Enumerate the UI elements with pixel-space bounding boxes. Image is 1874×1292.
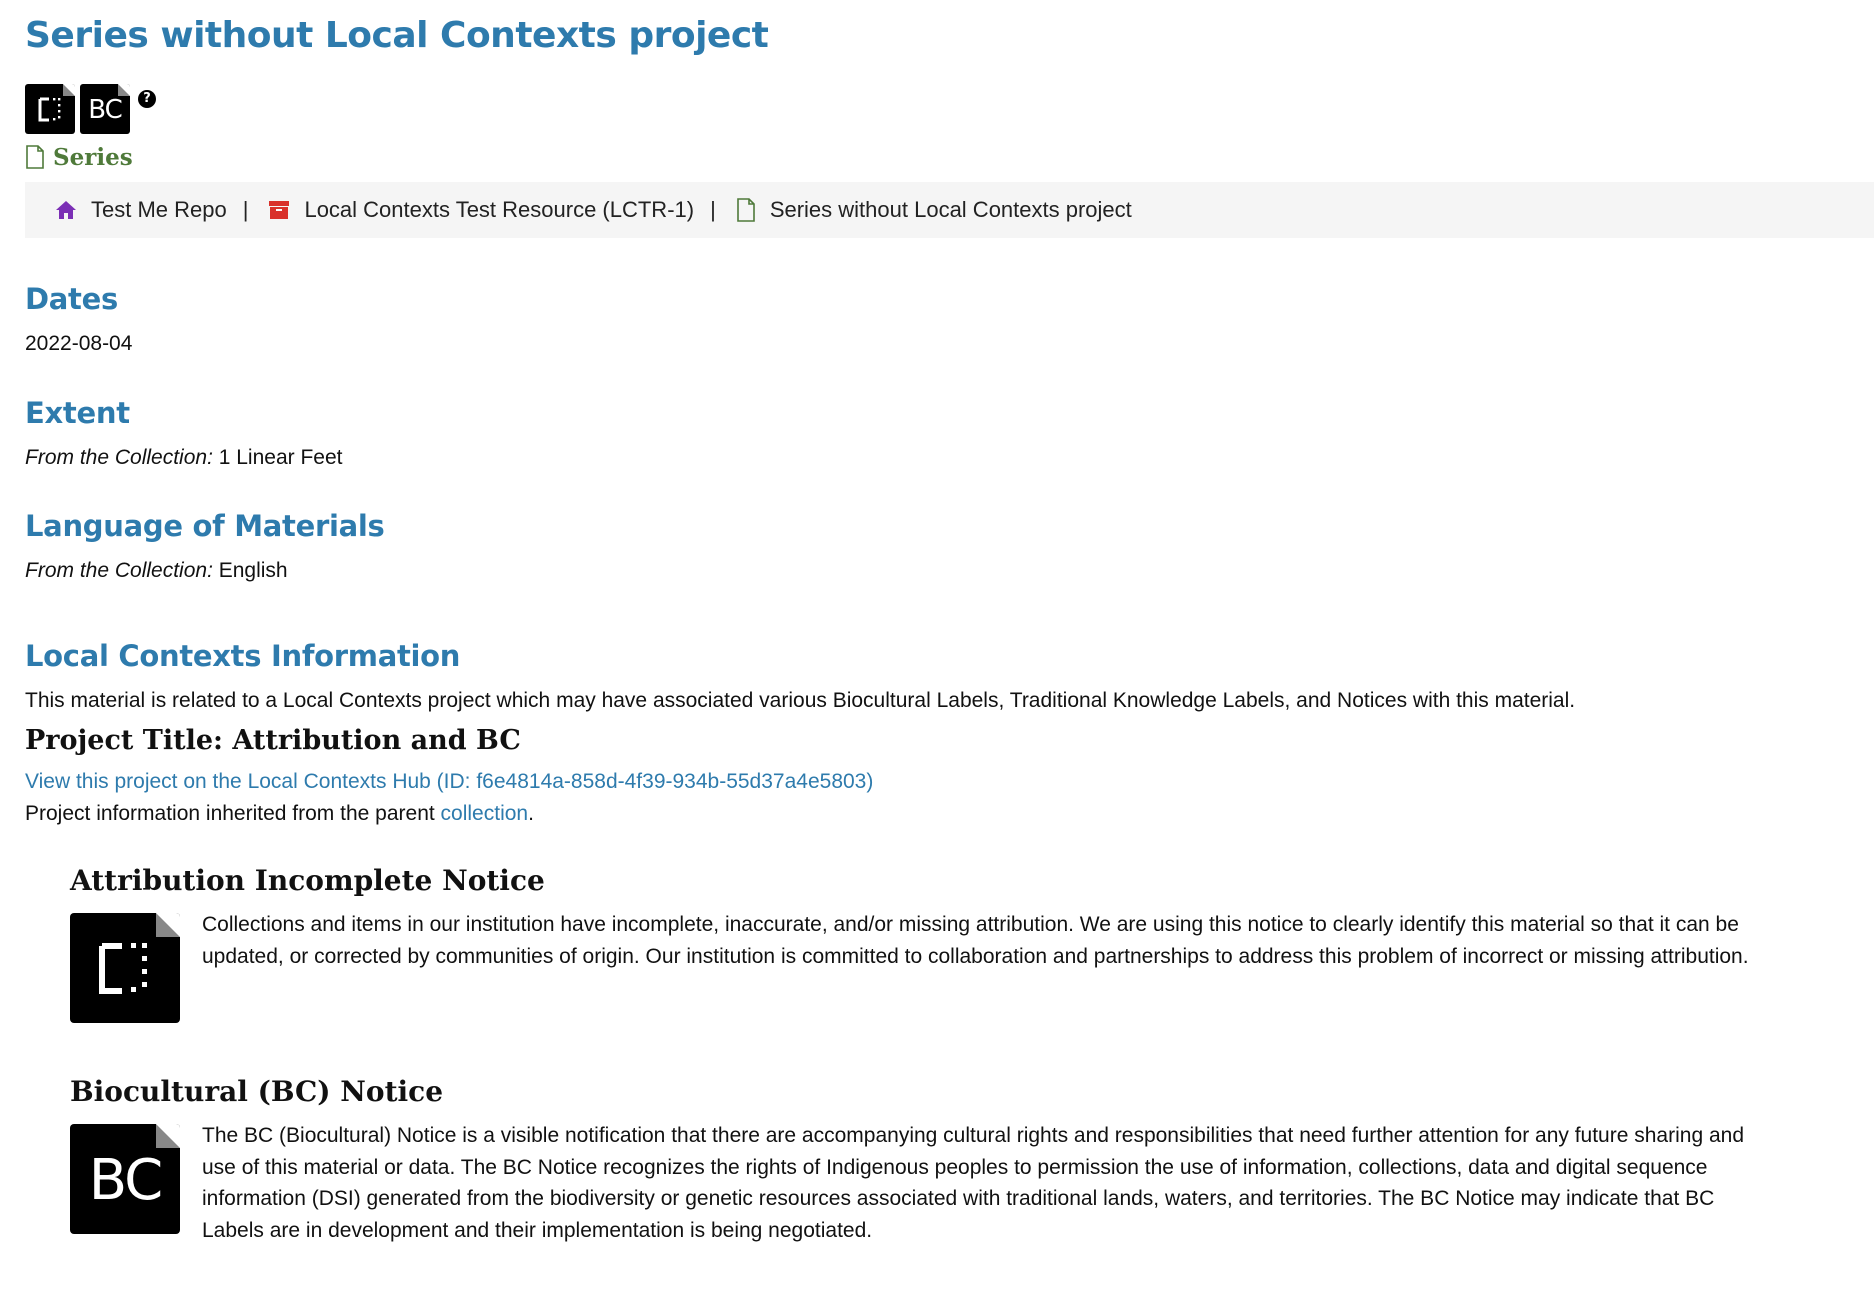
notice-title: Attribution Incomplete Notice	[70, 864, 545, 897]
notice-badges: BC ?	[25, 84, 1874, 134]
language-section: Language of Materials From the Collectio…	[25, 509, 385, 587]
dates-value: 2022-08-04	[25, 332, 133, 355]
local-contexts-heading: Local Contexts Information	[25, 639, 461, 673]
bc-notice: Biocultural (BC) Notice BC The BC (Biocu…	[70, 1075, 1760, 1246]
extent-text: 1 Linear Feet	[212, 446, 343, 469]
breadcrumb-separator: |	[242, 197, 249, 222]
file-icon	[26, 145, 44, 169]
help-icon[interactable]: ?	[138, 90, 156, 108]
record-page: Series without Local Contexts project BC…	[25, 0, 1874, 1242]
local-contexts-description: This material is related to a Local Cont…	[25, 689, 1576, 712]
attribution-incomplete-icon	[70, 913, 180, 1023]
project-title: Project Title: Attribution and BC	[25, 725, 521, 756]
breadcrumb-label: Series without Local Contexts project	[769, 197, 1132, 222]
attribution-incomplete-icon[interactable]	[25, 84, 75, 134]
notice-title: Biocultural (BC) Notice	[70, 1075, 444, 1108]
breadcrumb-item-current: Series without Local Contexts project	[736, 197, 1132, 223]
extent-heading: Extent	[25, 396, 130, 430]
extent-section: Extent From the Collection: 1 Linear Fee…	[25, 396, 343, 474]
notice-text: Collections and items in our institution…	[202, 913, 1749, 968]
record-level: Series	[25, 143, 1874, 171]
bc-icon-text: BC	[88, 1148, 164, 1213]
parent-collection-link[interactable]: collection	[441, 802, 529, 825]
local-contexts-section: Local Contexts Information This material…	[25, 639, 1845, 830]
bc-badge-text: BC	[88, 95, 123, 125]
inherited-prefix: Project information inherited from the p…	[25, 802, 441, 825]
language-value: From the Collection: English	[25, 555, 385, 587]
attribution-incomplete-notice: Attribution Incomplete Notice Collection…	[70, 864, 1760, 1023]
breadcrumb-item-resource[interactable]: Local Contexts Test Resource (LCTR-1)	[268, 197, 694, 223]
inherited-info: Project information inherited from the p…	[25, 798, 1845, 830]
breadcrumb-item-repository[interactable]: Test Me Repo	[55, 197, 227, 223]
archive-box-icon	[269, 201, 290, 219]
page-title: Series without Local Contexts project	[25, 15, 769, 56]
hub-project-link[interactable]: View this project on the Local Contexts …	[25, 770, 873, 793]
bc-notice-icon: BC	[70, 1124, 180, 1234]
breadcrumb-label[interactable]: Test Me Repo	[91, 197, 227, 223]
breadcrumb-separator: |	[710, 197, 716, 222]
bc-notice-icon[interactable]: BC	[80, 84, 130, 134]
breadcrumb: Test Me Repo | Local Contexts Test Resou…	[25, 182, 1874, 238]
notice-text: The BC (Biocultural) Notice is a visible…	[202, 1124, 1744, 1242]
dates-section: Dates 2022-08-04	[25, 282, 132, 360]
home-icon	[56, 201, 76, 219]
language-text: English	[212, 559, 288, 582]
language-prefix: From the Collection:	[25, 559, 213, 582]
dates-heading: Dates	[25, 282, 118, 316]
extent-prefix: From the Collection:	[25, 446, 213, 469]
breadcrumb-label[interactable]: Local Contexts Test Resource (LCTR-1)	[304, 197, 694, 223]
level-label: Series	[53, 143, 133, 171]
extent-value: From the Collection: 1 Linear Feet	[25, 442, 343, 474]
language-heading: Language of Materials	[25, 509, 385, 543]
inherited-suffix: .	[528, 802, 534, 825]
file-icon	[737, 198, 755, 222]
